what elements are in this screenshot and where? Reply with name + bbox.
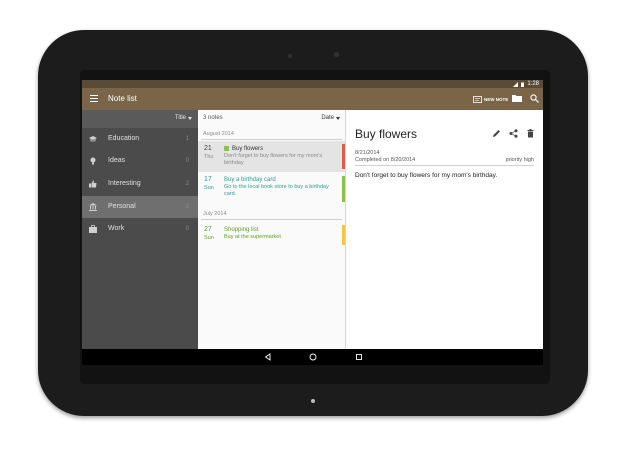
sidebar-item-label: Interesting xyxy=(108,180,141,187)
sidebar-item-work[interactable]: Work 0 xyxy=(82,218,198,240)
note-weekday: Sun xyxy=(204,185,214,191)
new-note-icon xyxy=(473,95,482,103)
sidebar-item-label: Personal xyxy=(108,203,136,210)
note-day: 27 xyxy=(204,226,212,233)
note-detail: Buy flowers 8/21/2014 Completed on 8/20/… xyxy=(346,110,543,349)
priority-bar xyxy=(342,144,345,169)
search-icon[interactable] xyxy=(530,94,539,103)
title-sort-dropdown[interactable]: Title xyxy=(175,115,192,121)
list-item[interactable]: 21 Thu Buy flowers Don't forget to buy f… xyxy=(198,141,345,172)
sidebar-item-label: Education xyxy=(108,135,140,142)
briefcase-icon xyxy=(89,225,97,233)
date-sort-dropdown[interactable]: Date xyxy=(321,115,340,121)
status-time: 1:28 xyxy=(527,81,539,87)
sidebar-item-count: 0 xyxy=(185,158,189,164)
sidebar-item-interesting[interactable]: Interesting 2 xyxy=(82,173,198,195)
sidebar-item-count: 3 xyxy=(185,204,189,210)
list-item[interactable]: 17 Sun Buy a birthday card Go to the loc… xyxy=(198,172,345,206)
page-title: Note list xyxy=(108,94,137,103)
note-title: Shopping list xyxy=(224,227,259,233)
title-sort-label: Title xyxy=(174,115,186,121)
note-preview: Buy at the supermarket xyxy=(224,234,281,240)
title-sort-row: Title xyxy=(82,110,198,128)
note-day: 17 xyxy=(204,176,212,183)
done-check-icon xyxy=(224,145,229,151)
date-sort-label: Date xyxy=(321,115,334,121)
sidebar-item-count: 1 xyxy=(185,136,189,142)
note-title: Buy flowers xyxy=(224,145,263,153)
note-detail-title: Buy flowers xyxy=(355,127,418,141)
lightbulb-icon xyxy=(90,157,96,165)
divider xyxy=(201,219,342,220)
bank-icon xyxy=(89,203,97,211)
month-header: July 2014 xyxy=(203,211,227,217)
chevron-down-icon xyxy=(336,116,340,120)
new-note-label: NEW NOTE xyxy=(484,96,509,102)
note-title-text: Buy flowers xyxy=(232,146,264,152)
camera-dot xyxy=(288,54,292,58)
chevron-down-icon xyxy=(188,116,192,120)
note-weekday: Thu xyxy=(204,154,214,160)
note-list-header: 3 notes Date xyxy=(198,110,345,128)
note-priority: priority high xyxy=(505,157,534,163)
status-bar: 1:28 xyxy=(82,80,543,88)
app-screen: 1:28 Note list NEW NOTE Title Education … xyxy=(82,80,543,365)
share-icon[interactable] xyxy=(509,129,518,138)
note-day: 21 xyxy=(204,145,212,152)
note-weekday: Sun xyxy=(204,235,214,241)
divider xyxy=(201,139,342,140)
note-preview: Don't forget to buy flowers for my mom's… xyxy=(224,153,323,166)
folder-icon[interactable] xyxy=(512,94,522,102)
edit-icon[interactable] xyxy=(492,129,501,138)
device-home-dot xyxy=(311,399,315,403)
menu-icon[interactable] xyxy=(90,95,98,102)
education-icon xyxy=(89,136,97,142)
home-icon[interactable] xyxy=(309,353,317,361)
list-item[interactable]: 27 Sun Shopping list Buy at the supermar… xyxy=(198,222,345,248)
sidebar-item-label: Ideas xyxy=(108,157,126,164)
note-list: 3 notes Date August 2014 21 Thu Buy flow… xyxy=(198,110,346,349)
sidebar-item-label: Work xyxy=(108,225,125,232)
divider xyxy=(355,165,534,166)
priority-bar xyxy=(342,176,345,202)
note-detail-body: Don't forget to buy flowers for my mom's… xyxy=(355,172,498,179)
system-nav-bar xyxy=(82,349,543,365)
recents-icon[interactable] xyxy=(355,353,363,361)
month-header: August 2014 xyxy=(203,131,234,137)
sidebar-item-education[interactable]: Education 1 xyxy=(82,128,198,150)
sidebar-item-count: 0 xyxy=(185,226,189,232)
note-preview: Go to the local book store to buy a birt… xyxy=(224,184,329,197)
note-date: 8/21/2014 xyxy=(355,150,380,156)
note-completed: Completed on 8/20/2014 xyxy=(355,157,416,163)
note-title: Buy a birthday card xyxy=(224,177,276,183)
sensor-dot xyxy=(334,52,339,57)
sidebar-item-personal[interactable]: Personal 3 xyxy=(82,196,198,218)
signal-icon xyxy=(513,81,519,87)
sidebar-item-count: 2 xyxy=(185,181,189,187)
thumbs-up-icon xyxy=(89,180,97,188)
priority-bar xyxy=(342,225,345,245)
battery-icon xyxy=(521,82,525,87)
sidebar-item-ideas[interactable]: Ideas 0 xyxy=(82,150,198,172)
back-icon[interactable] xyxy=(264,353,272,361)
notes-count: 3 notes xyxy=(203,115,223,121)
new-note-button[interactable]: NEW NOTE xyxy=(473,94,508,104)
category-sidebar: Title Education 1 Ideas 0 Interesting 2 … xyxy=(82,110,198,349)
delete-icon[interactable] xyxy=(526,129,535,138)
app-bar: Note list NEW NOTE xyxy=(82,88,543,110)
